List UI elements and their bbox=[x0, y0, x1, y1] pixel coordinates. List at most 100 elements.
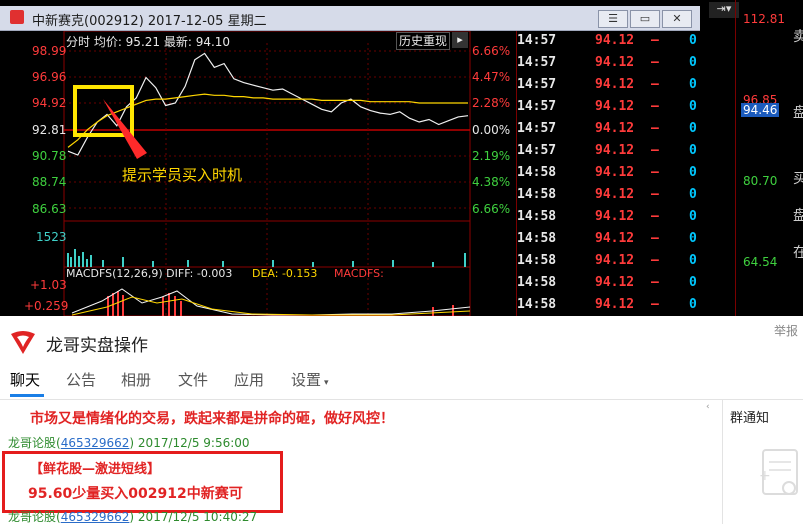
quote-row[interactable]: 14:57 94.12 – 0 bbox=[517, 99, 701, 121]
tab-files[interactable]: 文件 bbox=[178, 369, 208, 390]
sender-id[interactable]: 465329662 bbox=[61, 510, 130, 524]
message-sender[interactable]: 龙哥论股(465329662) 2017/12/5 10:40:27 bbox=[8, 508, 257, 525]
sender-id[interactable]: 465329662 bbox=[61, 436, 130, 450]
message-time: 2017/12/5 10:40:27 bbox=[137, 510, 258, 524]
message-highlight-box bbox=[2, 451, 283, 513]
sender-name: 龙哥论股 bbox=[8, 436, 57, 450]
quote-row[interactable]: 14:57 94.12 – 0 bbox=[517, 33, 701, 55]
chart-header-label: 分时 均价: 95.21 最新: 94.10 bbox=[66, 35, 231, 49]
quote-price: 94.12 bbox=[595, 121, 635, 136]
tab-settings-label: 设置 bbox=[291, 371, 322, 389]
quote-volume: 0 bbox=[689, 33, 697, 48]
quote-time: 14:58 bbox=[517, 165, 557, 180]
quote-price: 94.12 bbox=[595, 253, 635, 268]
chevron-down-icon: ▾ bbox=[324, 378, 329, 388]
quote-row[interactable]: 14:58 94.12 – 0 bbox=[517, 231, 701, 253]
macd-tick: +0.259 bbox=[24, 299, 69, 313]
quote-change: – bbox=[651, 187, 659, 202]
report-link[interactable]: 举报 bbox=[774, 322, 798, 339]
quote-volume: 0 bbox=[689, 275, 697, 290]
quote-time: 14:58 bbox=[517, 187, 557, 202]
quote-row[interactable]: 14:58 94.12 – 0 bbox=[517, 209, 701, 231]
quote-change: – bbox=[651, 143, 659, 158]
price-tick: 98.99 bbox=[32, 44, 67, 58]
quote-volume: 0 bbox=[689, 121, 697, 136]
quote-change: – bbox=[651, 231, 659, 246]
tab-chat[interactable]: 聊天 bbox=[10, 369, 40, 390]
maximize-button[interactable]: ▭ bbox=[630, 10, 660, 28]
stock-window-titlebar[interactable]: 中新赛克(002912) 2017-12-05 星期二 ☰ ▭ ✕ bbox=[0, 6, 700, 31]
message-sender[interactable]: 龙哥论股(465329662) 2017/12/5 9:56:00 bbox=[8, 434, 250, 451]
quote-volume: 0 bbox=[689, 99, 697, 114]
quote-row[interactable]: 14:57 94.12 – 0 bbox=[517, 121, 701, 143]
quote-row[interactable]: 14:58 94.12 – 0 bbox=[517, 187, 701, 209]
price-tick: 90.78 bbox=[32, 149, 67, 163]
price-tick: 92.81 bbox=[32, 123, 67, 137]
notice-placeholder-icon: + bbox=[759, 449, 798, 495]
current-price-marker: 94.46 bbox=[741, 103, 780, 117]
quote-price: 94.12 bbox=[595, 33, 635, 48]
book-price: 64.54 bbox=[743, 255, 778, 269]
quote-volume: 0 bbox=[689, 165, 697, 180]
quote-price: 94.12 bbox=[595, 231, 635, 246]
book-price: 80.70 bbox=[743, 174, 778, 188]
tab-apps[interactable]: 应用 bbox=[234, 369, 264, 390]
quote-price: 94.12 bbox=[595, 99, 635, 114]
macd-fs: MACDFS: bbox=[334, 267, 384, 280]
macd-dea: DEA: -0.153 bbox=[252, 267, 318, 280]
quote-row[interactable]: 14:57 94.12 – 0 bbox=[517, 55, 701, 77]
quote-time: 14:57 bbox=[517, 121, 557, 136]
tab-album[interactable]: 相册 bbox=[121, 369, 151, 390]
tick-quote-list[interactable]: 14:57 94.12–0 14:57 94.12–0 14:57 94.12–0 14:5… bbox=[516, 31, 701, 316]
book-price: 112.81 bbox=[743, 12, 785, 26]
active-tab-indicator bbox=[10, 394, 44, 397]
quote-row[interactable]: 14:58 94.12 – 0 bbox=[517, 165, 701, 187]
tab-announcements[interactable]: 公告 bbox=[66, 369, 96, 390]
quote-volume: 0 bbox=[689, 55, 697, 70]
quote-time: 14:58 bbox=[517, 253, 557, 268]
pct-tick: 2.28% bbox=[472, 96, 511, 110]
book-side-label: 买 bbox=[793, 171, 803, 187]
quote-volume: 0 bbox=[689, 77, 697, 92]
quote-row[interactable]: 14:57 94.12 – 0 bbox=[517, 77, 701, 99]
menu-button[interactable]: ☰ bbox=[598, 10, 628, 28]
quote-row[interactable]: 14:58 94.12 – 0 bbox=[517, 253, 701, 275]
quote-volume: 0 bbox=[689, 297, 697, 312]
quote-time: 14:57 bbox=[517, 99, 557, 114]
sender-name: 龙哥论股 bbox=[8, 510, 57, 524]
quote-time: 14:57 bbox=[517, 55, 557, 70]
quote-time: 14:58 bbox=[517, 297, 557, 312]
quote-change: – bbox=[651, 209, 659, 224]
quote-row[interactable]: 14:58 94.12 – 0 bbox=[517, 275, 701, 297]
price-tick: 86.63 bbox=[32, 202, 67, 216]
quote-row[interactable]: 14:57 94.12 – 0 bbox=[517, 143, 701, 165]
quote-price: 94.12 bbox=[595, 165, 635, 180]
quote-time: 14:57 bbox=[517, 143, 557, 158]
app-logo-icon bbox=[10, 10, 24, 24]
quote-change: – bbox=[651, 275, 659, 290]
buy-timing-annotation: 提示学员买入时机 bbox=[122, 166, 243, 184]
close-button[interactable]: ✕ bbox=[662, 10, 692, 28]
tab-settings[interactable]: 设置 ▾ bbox=[291, 369, 329, 390]
macd-tick: +1.03 bbox=[30, 278, 67, 292]
svg-text:+: + bbox=[759, 468, 771, 484]
quote-change: – bbox=[651, 77, 659, 92]
quote-price: 94.12 bbox=[595, 209, 635, 224]
group-logo-icon bbox=[11, 331, 35, 354]
quote-change: – bbox=[651, 165, 659, 180]
history-replay-button[interactable]: 历史重现 bbox=[396, 32, 450, 50]
intraday-chart[interactable]: 98.99 96.96 94.92 92.81 90.78 88.74 86.6… bbox=[12, 31, 516, 316]
quote-time: 14:57 bbox=[517, 33, 557, 48]
pct-tick: 6.66% bbox=[472, 44, 511, 58]
pinned-banner: 市场又是情绪化的交易，跌起来都是拼命的砸，做好风控！ bbox=[30, 411, 394, 427]
quote-price: 94.12 bbox=[595, 143, 635, 158]
expand-arrow-icon[interactable]: ▸ bbox=[452, 32, 468, 48]
price-tick: 96.96 bbox=[32, 70, 67, 84]
price-tick: 88.74 bbox=[32, 175, 67, 189]
collapse-chevron-icon[interactable]: ‹ bbox=[706, 402, 710, 412]
book-side-label: 在 bbox=[793, 245, 803, 261]
pct-tick: 4.47% bbox=[472, 70, 511, 84]
pct-tick: 2.19% bbox=[472, 149, 511, 163]
tab-divider bbox=[0, 399, 803, 400]
pct-tick: 4.38% bbox=[472, 175, 511, 189]
